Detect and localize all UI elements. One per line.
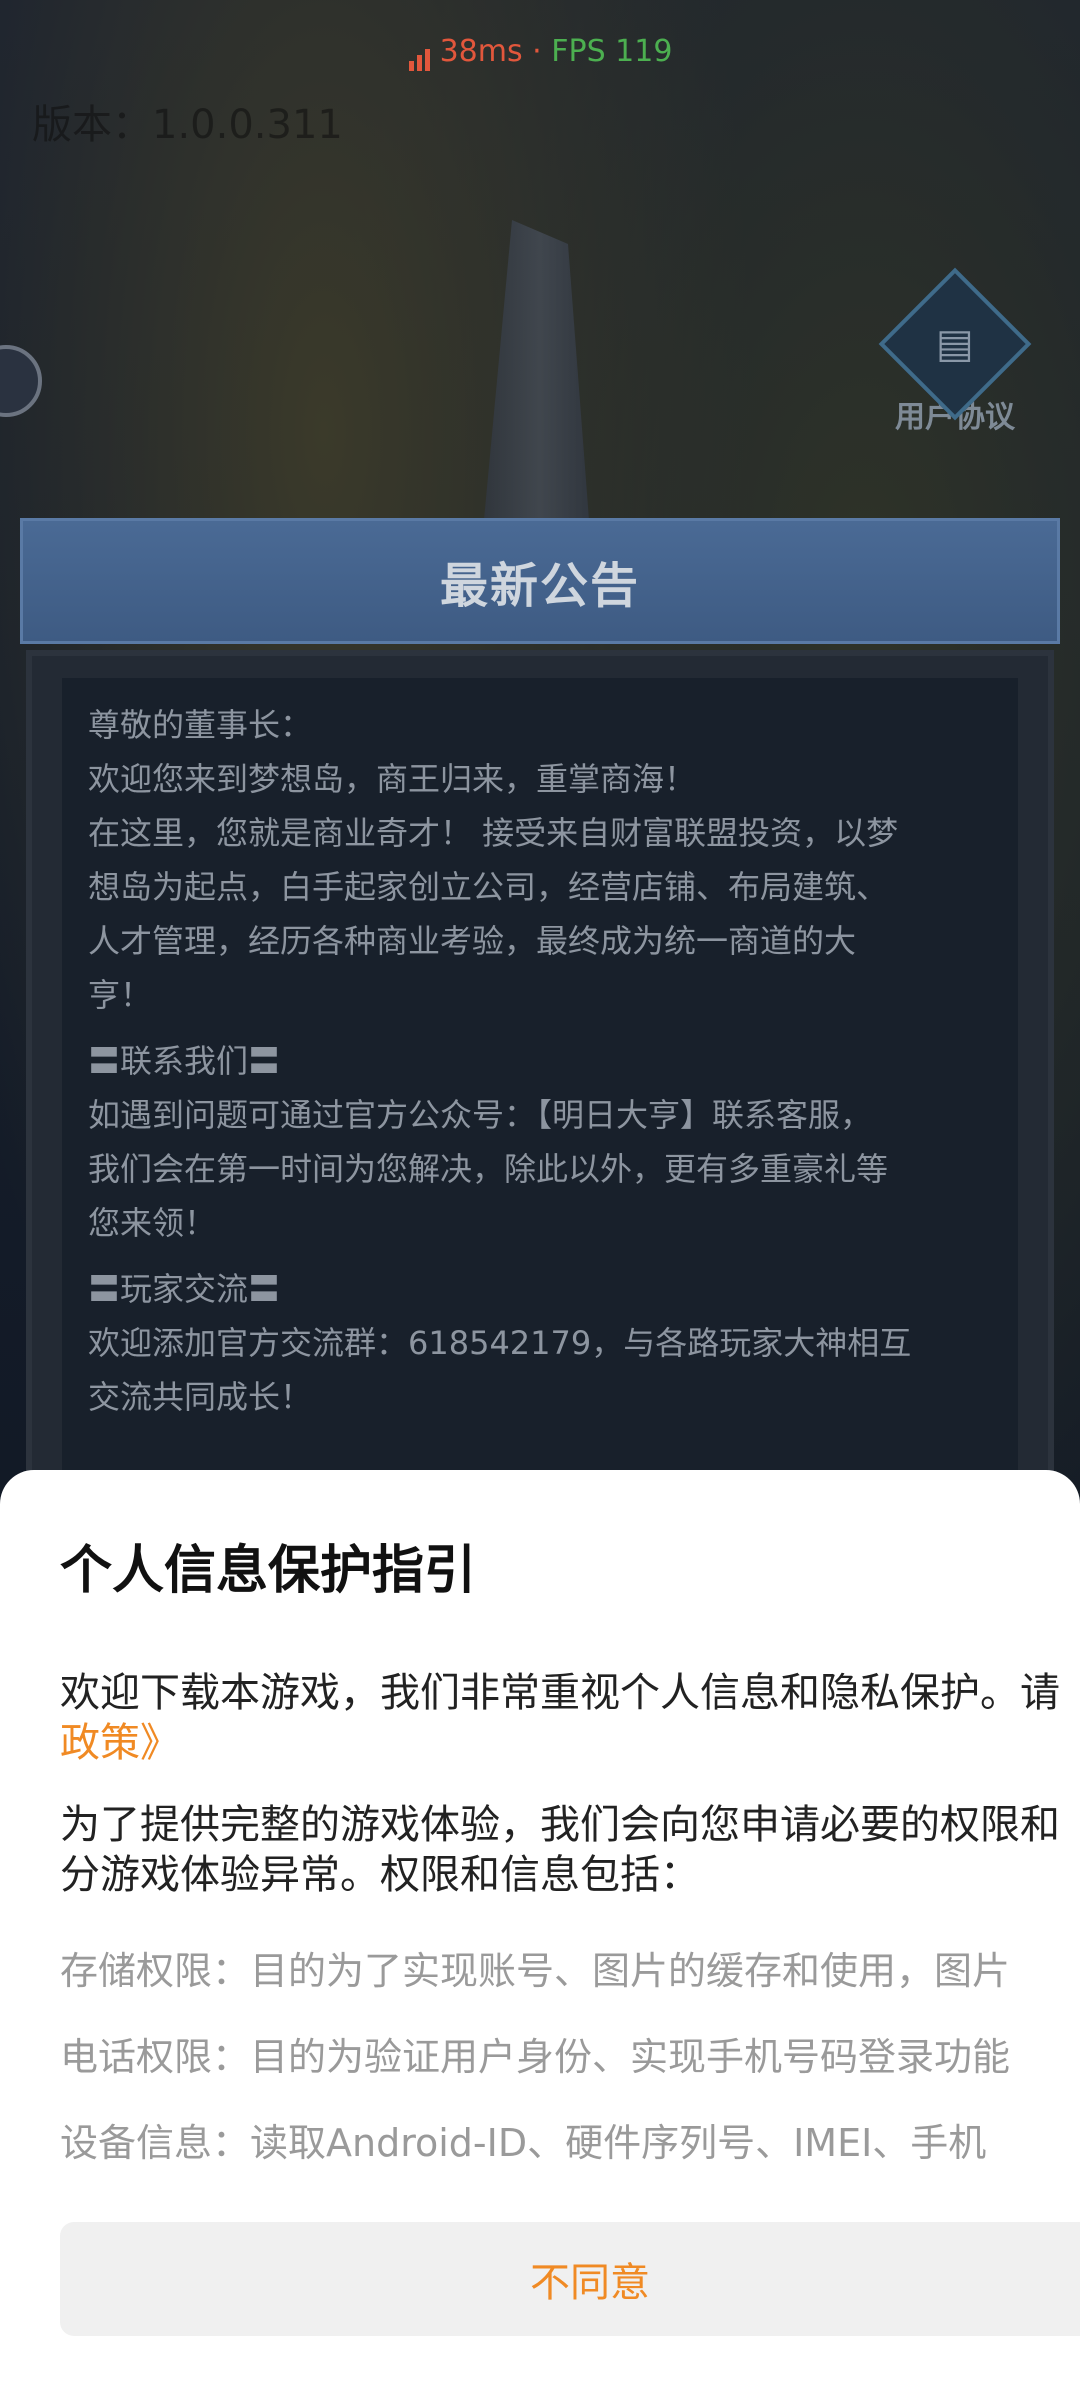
community-line: 欢迎添加官方交流群：618542179，与各路玩家大神相互 bbox=[88, 1324, 912, 1362]
privacy-policy-link[interactable]: 政策》 bbox=[60, 1718, 1080, 1768]
announcement-panel: 最新公告 尊敬的董事长： 欢迎您来到梦想岛，商王归来，重掌商海！ 在这里，您就是… bbox=[20, 518, 1060, 1518]
contact-line: 您来领！ bbox=[88, 1204, 217, 1242]
user-agreement-button[interactable]: ▤ 用户协议 bbox=[878, 267, 1032, 436]
privacy-title: 个人信息保护指引 bbox=[60, 1541, 477, 1601]
permission-explanation-line: 分游戏体验异常。权限和信息包括： bbox=[60, 1852, 700, 1898]
permission-explanation-line: 为了提供完整的游戏体验，我们会向您申请必要的权限和 bbox=[60, 1802, 1060, 1848]
performance-indicator: 38ms · FPS 119 bbox=[0, 34, 1080, 71]
contact-heading: 〓联系我们〓 bbox=[88, 1042, 281, 1080]
status-separator: · bbox=[522, 34, 552, 69]
disagree-button[interactable]: 不同意 bbox=[60, 2222, 1080, 2336]
signal-icon bbox=[408, 36, 434, 71]
announcement-content[interactable]: 尊敬的董事长： 欢迎您来到梦想岛，商王归来，重掌商海！ 在这里，您就是商业奇才！… bbox=[62, 678, 1018, 1512]
device-info-item: 设备信息：读取Android-ID、硬件序列号、IMEI、手机 bbox=[60, 2121, 987, 2165]
community-line: 交流共同成长！ bbox=[88, 1378, 313, 1416]
announcement-intro-line: 亨！ bbox=[88, 976, 153, 1014]
phone-permission-item: 电话权限：目的为验证用户身份、实现手机号码登录功能 bbox=[60, 2035, 1011, 2079]
privacy-bottom-sheet: 个人信息保护指引 欢迎下载本游戏，我们非常重视个人信息和隐私保护。请 政策》 为… bbox=[0, 1470, 1080, 2400]
contact-line: 我们会在第一时间为您解决，除此以外，更有多重豪礼等 bbox=[88, 1150, 889, 1188]
privacy-intro-line: 欢迎下载本游戏，我们非常重视个人信息和隐私保护。请 bbox=[60, 1670, 1060, 1716]
announcement-welcome: 欢迎您来到梦想岛，商王归来，重掌商海！ bbox=[88, 760, 697, 798]
latency-text: 38ms bbox=[439, 34, 523, 69]
fps-text: FPS 119 bbox=[551, 34, 673, 69]
announcement-intro-line: 人才管理，经历各种商业考验，最终成为统一商道的大 bbox=[88, 922, 857, 960]
storage-permission-item: 存储权限：目的为了实现账号、图片的缓存和使用，图片 bbox=[60, 1949, 1011, 1993]
announcement-body: 尊敬的董事长： 欢迎您来到梦想岛，商王归来，重掌商海！ 在这里，您就是商业奇才！… bbox=[26, 650, 1054, 1518]
announcement-title: 最新公告 bbox=[20, 518, 1060, 644]
privacy-intro: 欢迎下载本游戏，我们非常重视个人信息和隐私保护。请 政策》 bbox=[60, 1668, 1080, 1768]
version-label: 版本：1.0.0.311 bbox=[32, 102, 343, 148]
permission-explanation: 为了提供完整的游戏体验，我们会向您申请必要的权限和 分游戏体验异常。权限和信息包… bbox=[60, 1800, 1080, 1900]
community-heading: 〓玩家交流〓 bbox=[88, 1270, 281, 1308]
announcement-intro-line: 想岛为起点，白手起家创立公司，经营店铺、布局建筑、 bbox=[88, 868, 889, 906]
announcement-greeting: 尊敬的董事长： bbox=[88, 706, 313, 744]
announcement-intro-line: 在这里，您就是商业奇才！ 接受来自财富联盟投资，以梦 bbox=[88, 814, 899, 852]
contact-line: 如遇到问题可通过官方公众号：【明日大亨】联系客服， bbox=[88, 1096, 873, 1134]
